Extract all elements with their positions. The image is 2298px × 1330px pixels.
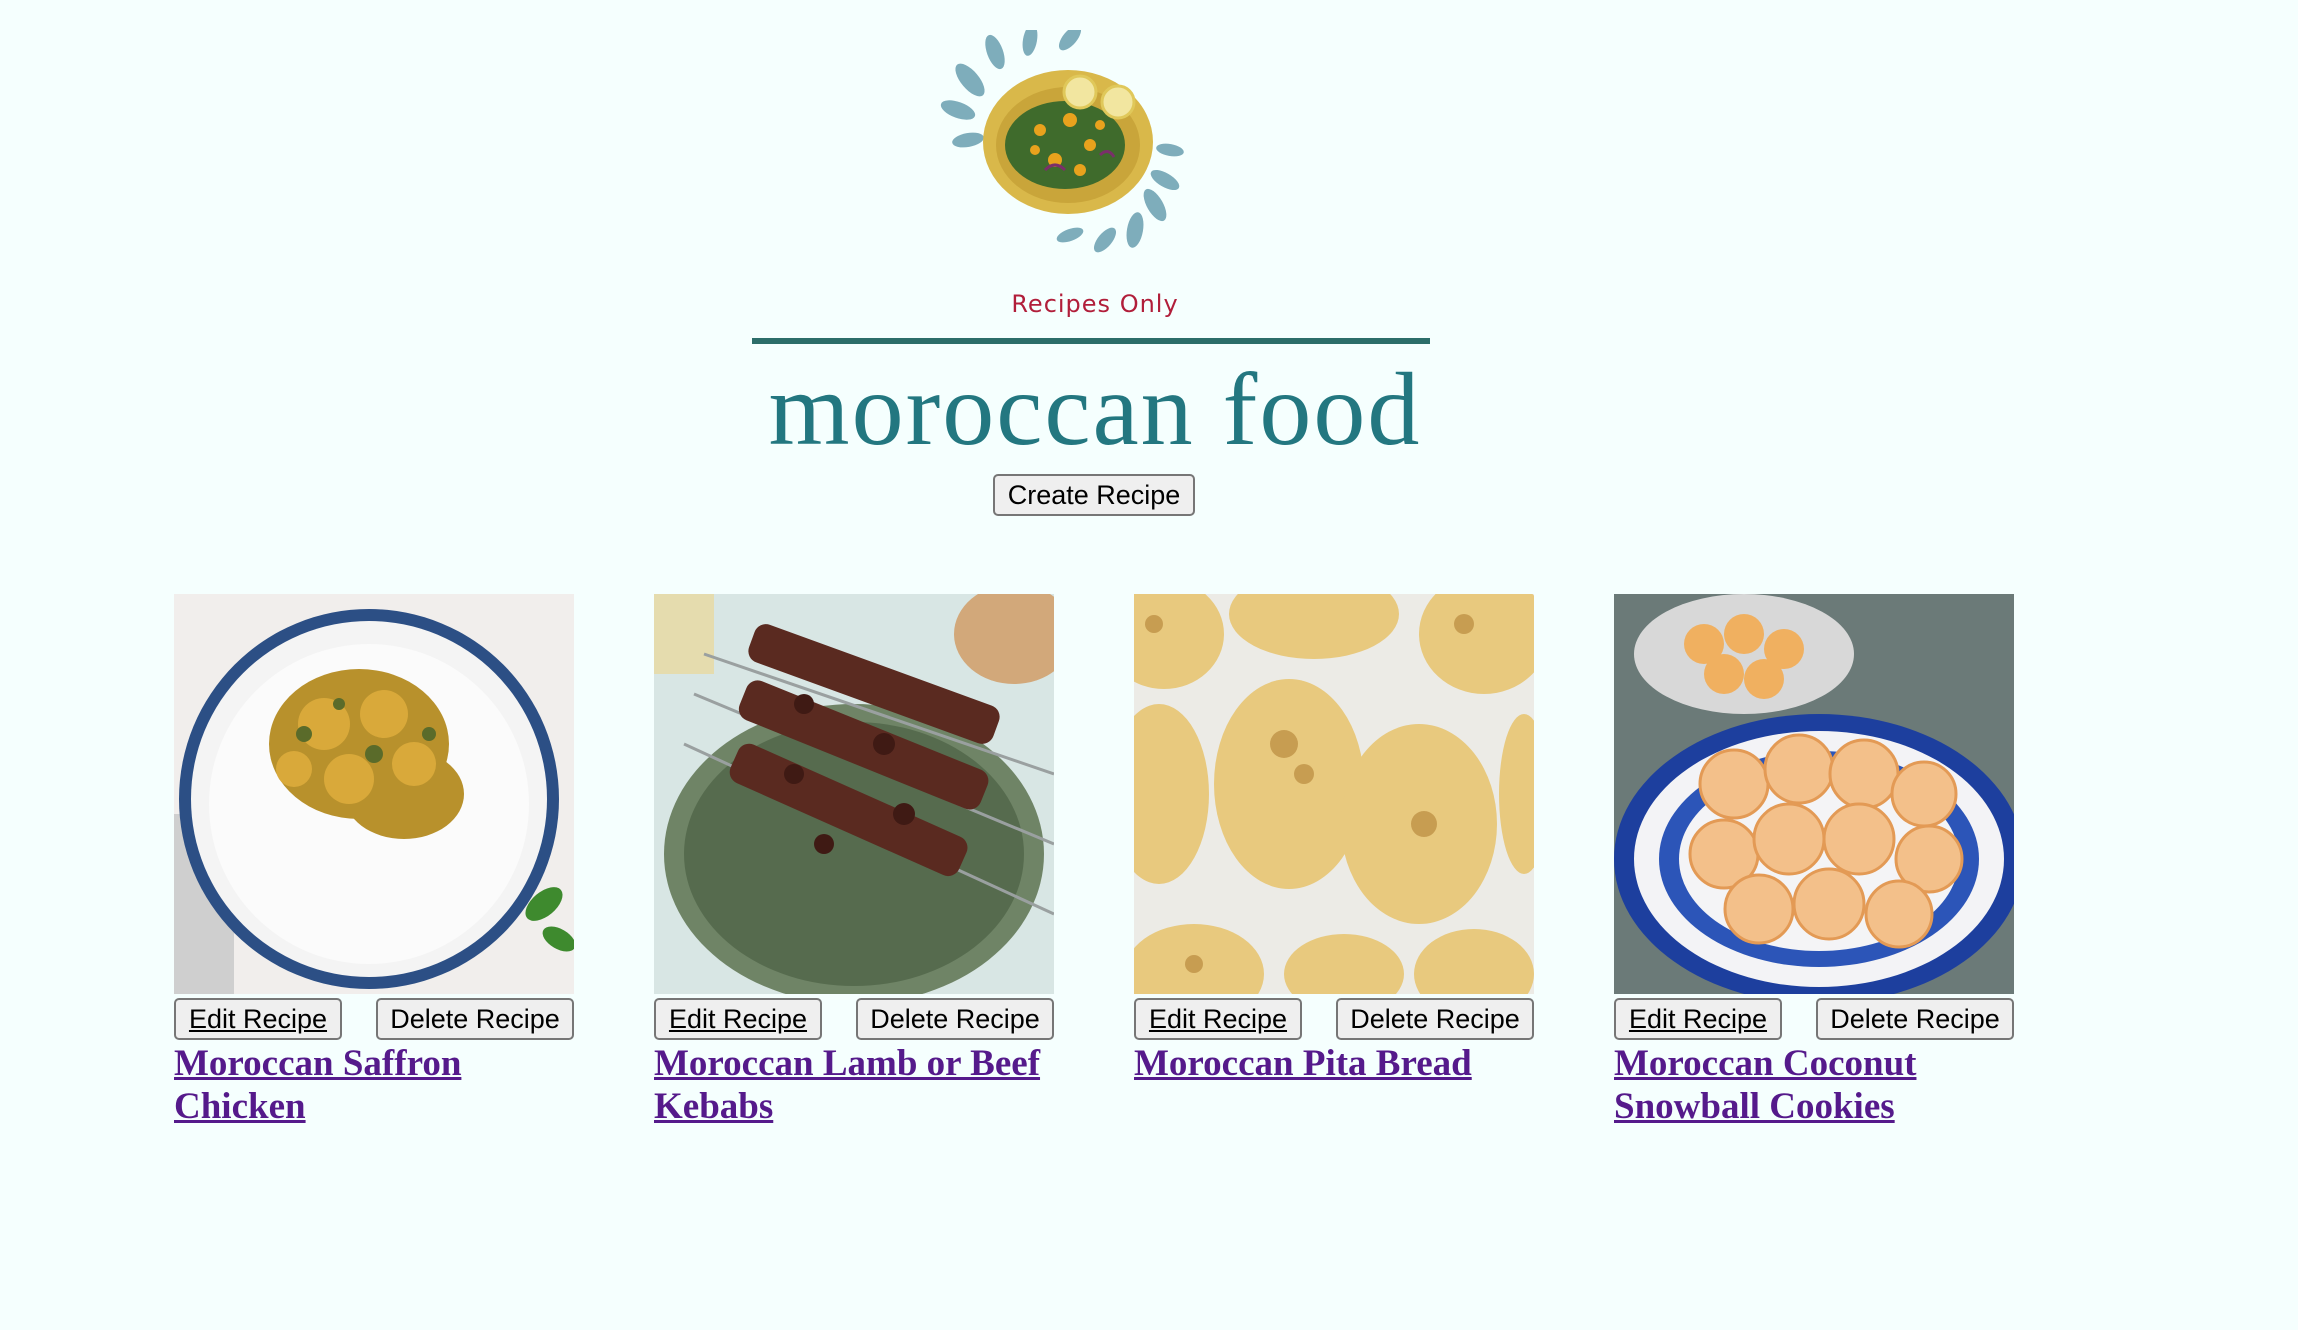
card-actions: Edit Recipe Delete Recipe: [654, 998, 1054, 1042]
recipe-card: Edit Recipe Delete Recipe Moroccan Pita …: [1134, 594, 1534, 1085]
salad-plate-logo: [940, 30, 1184, 253]
tagline: Recipes Only: [1011, 290, 1179, 318]
kebabs-image[interactable]: [654, 594, 1054, 994]
title-divider: [752, 338, 1430, 344]
edit-recipe-button[interactable]: Edit Recipe: [654, 998, 822, 1040]
card-actions: Edit Recipe Delete Recipe: [1134, 998, 1534, 1042]
recipe-title-link[interactable]: Moroccan Coconut Snowball Cookies: [1614, 1042, 2014, 1128]
page: Recipes Only moroccan food Create Recipe: [0, 0, 2298, 1330]
delete-recipe-button[interactable]: Delete Recipe: [1336, 998, 1534, 1040]
create-recipe-button[interactable]: Create Recipe: [993, 474, 1195, 516]
delete-recipe-button[interactable]: Delete Recipe: [856, 998, 1054, 1040]
edit-recipe-button[interactable]: Edit Recipe: [1614, 998, 1782, 1040]
edit-recipe-button[interactable]: Edit Recipe: [174, 998, 342, 1040]
recipe-title-link[interactable]: Moroccan Lamb or Beef Kebabs: [654, 1042, 1054, 1128]
recipe-card: Edit Recipe Delete Recipe Moroccan Lamb …: [654, 594, 1054, 1128]
recipe-card: Edit Recipe Delete Recipe Moroccan Saffr…: [174, 594, 574, 1128]
card-actions: Edit Recipe Delete Recipe: [1614, 998, 2014, 1042]
delete-recipe-button[interactable]: Delete Recipe: [1816, 998, 2014, 1040]
delete-recipe-button[interactable]: Delete Recipe: [376, 998, 574, 1040]
page-title: moroccan food: [768, 352, 1422, 467]
saffron-chicken-image[interactable]: [174, 594, 574, 994]
pita-bread-image[interactable]: [1134, 594, 1534, 994]
recipe-card: Edit Recipe Delete Recipe Moroccan Cocon…: [1614, 594, 2014, 1128]
edit-recipe-button[interactable]: Edit Recipe: [1134, 998, 1302, 1040]
coconut-cookies-image[interactable]: [1614, 594, 2014, 994]
card-actions: Edit Recipe Delete Recipe: [174, 998, 574, 1042]
recipe-title-link[interactable]: Moroccan Pita Bread: [1134, 1042, 1534, 1085]
recipe-title-link[interactable]: Moroccan Saffron Chicken: [174, 1042, 574, 1128]
